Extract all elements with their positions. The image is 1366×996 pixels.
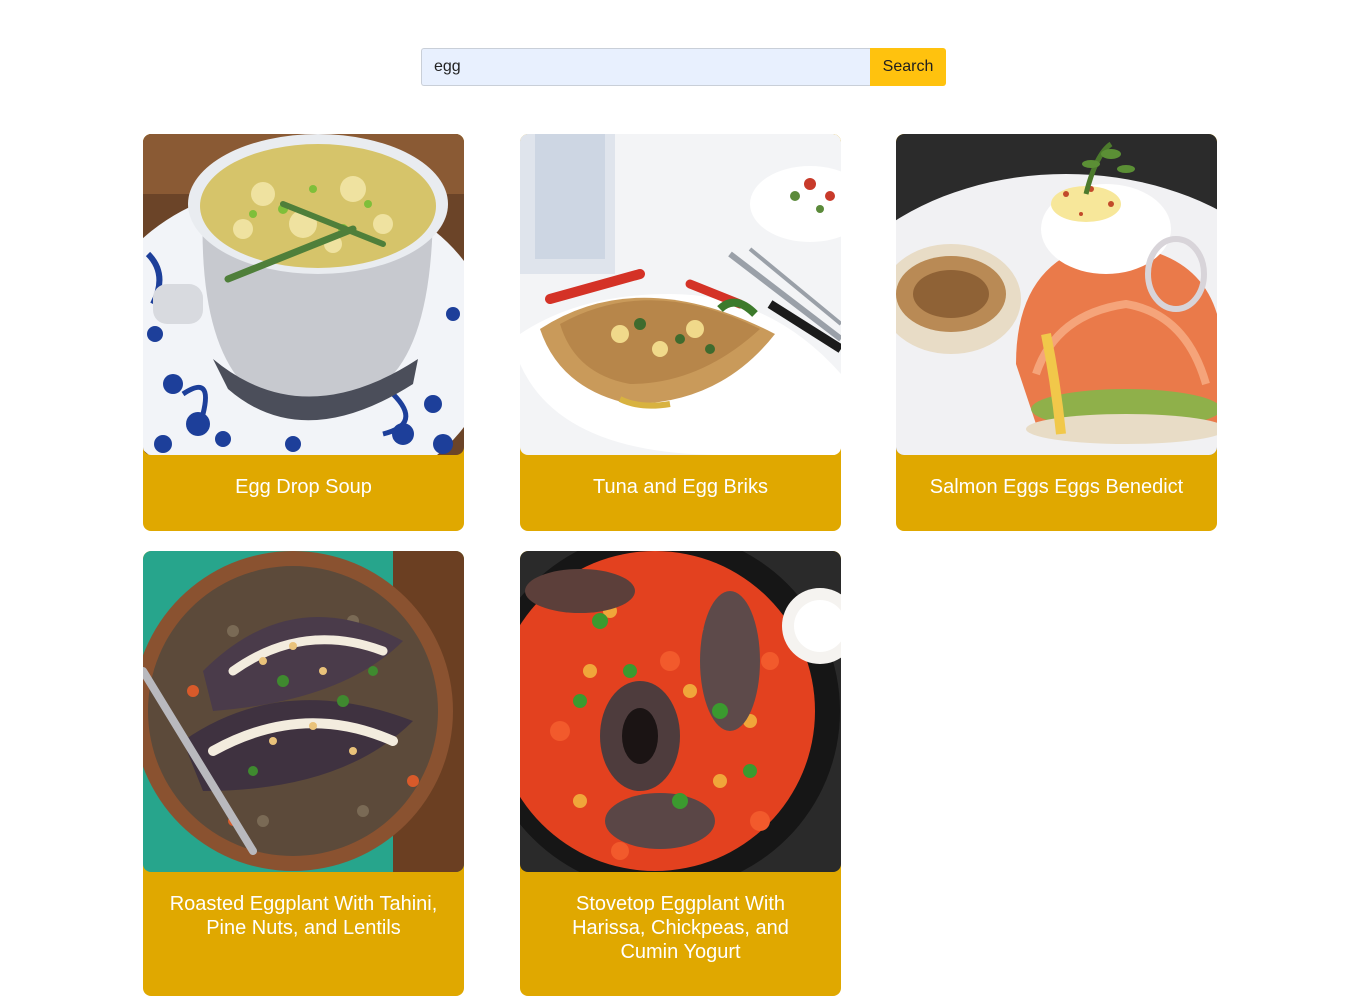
recipe-title[interactable]: Salmon Eggs Eggs Benedict xyxy=(896,455,1217,499)
search-input[interactable] xyxy=(421,48,870,86)
roasted-eggplant-photo xyxy=(143,551,464,872)
tuna-egg-briks-photo xyxy=(520,134,841,455)
recipe-image-egg-drop-soup[interactable] xyxy=(143,134,464,455)
recipe-image-stovetop-eggplant[interactable] xyxy=(520,551,841,872)
recipe-title[interactable]: Roasted Eggplant With Tahini, Pine Nuts,… xyxy=(143,872,464,940)
recipe-image-salmon-eggs-benedict[interactable] xyxy=(896,134,1217,455)
recipe-image-roasted-eggplant[interactable] xyxy=(143,551,464,872)
recipe-card[interactable]: Egg Drop Soup xyxy=(143,134,464,531)
recipe-title[interactable]: Egg Drop Soup xyxy=(143,455,464,499)
search-form: Search xyxy=(421,48,946,86)
egg-drop-soup-photo xyxy=(143,134,464,455)
recipe-card[interactable]: Roasted Eggplant With Tahini, Pine Nuts,… xyxy=(143,551,464,996)
recipe-card[interactable]: Tuna and Egg Briks xyxy=(520,134,841,531)
salmon-eggs-benedict-photo xyxy=(896,134,1217,455)
recipe-card[interactable]: Salmon Eggs Eggs Benedict xyxy=(896,134,1217,531)
stovetop-eggplant-photo xyxy=(520,551,841,872)
recipe-title[interactable]: Tuna and Egg Briks xyxy=(520,455,841,499)
recipe-title[interactable]: Stovetop Eggplant With Harissa, Chickpea… xyxy=(520,872,841,964)
recipe-image-tuna-egg-briks[interactable] xyxy=(520,134,841,455)
recipe-card[interactable]: Stovetop Eggplant With Harissa, Chickpea… xyxy=(520,551,841,996)
search-button[interactable]: Search xyxy=(870,48,946,86)
